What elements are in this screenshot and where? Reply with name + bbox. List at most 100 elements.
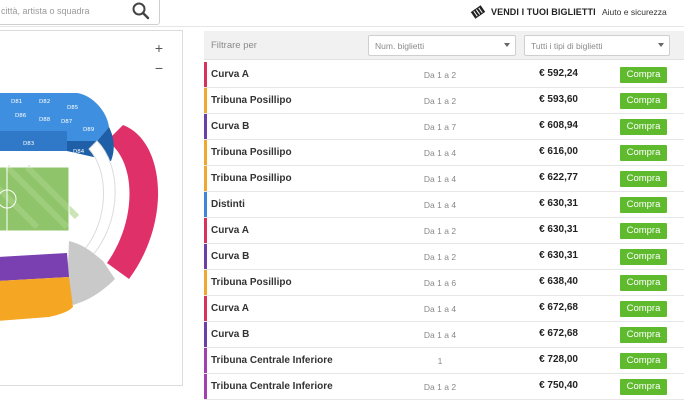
listing-sector: Tribuna Centrale Inferiore <box>211 355 333 366</box>
listing-price: € 672,68 <box>539 328 578 339</box>
listing-row[interactable]: Tribuna Posillipo Da 1 a 4 € 616,00 Compra <box>204 140 684 166</box>
listing-sector: Curva A <box>211 69 249 80</box>
buy-button[interactable]: Compra <box>620 67 667 83</box>
sell-tickets-link[interactable]: VENDI I TUOI BIGLIETTI <box>470 4 596 20</box>
buy-button[interactable]: Compra <box>620 119 667 135</box>
chevron-down-icon <box>504 43 510 47</box>
listing-row[interactable]: Distinti Da 1 a 4 € 630,31 Compra <box>204 192 684 218</box>
listing-quantity: Da 1 a 4 <box>423 304 457 314</box>
listing-sector: Tribuna Posillipo <box>211 277 292 288</box>
sector-color-bar <box>204 62 207 87</box>
listing-row[interactable]: Tribuna Posillipo Da 1 a 2 € 593,60 Compra <box>204 88 684 114</box>
buy-button[interactable]: Compra <box>620 223 667 239</box>
listing-quantity: Da 1 a 4 <box>423 174 457 184</box>
listing-price: € 630,31 <box>539 224 578 235</box>
listing-price: € 608,94 <box>539 120 578 131</box>
listing-sector: Tribuna Posillipo <box>211 95 292 106</box>
ticket-type-select[interactable]: Tutti i tipi di biglietti <box>524 35 670 56</box>
listing-quantity: Da 1 a 4 <box>423 330 457 340</box>
map-label-d86: D86 <box>15 113 27 119</box>
buy-button[interactable]: Compra <box>620 379 667 395</box>
listing-price: € 750,40 <box>539 380 578 391</box>
map-label-d84: D84 <box>73 149 85 155</box>
sector-color-bar <box>204 166 207 191</box>
listing-price: € 630,31 <box>539 250 578 261</box>
search-box[interactable] <box>0 0 160 25</box>
listing-price: € 622,77 <box>539 172 578 183</box>
help-safety-link[interactable]: Aiuto e sicurezza <box>602 7 667 17</box>
map-sector-tribuna-posillipo[interactable] <box>0 277 73 321</box>
sector-color-bar <box>204 374 207 399</box>
listing-row[interactable]: Tribuna Centrale Inferiore 1 € 728,00 Compr… <box>204 348 684 374</box>
map-label-d89: D89 <box>83 127 95 133</box>
sell-tickets-label: VENDI I TUOI BIGLIETTI <box>491 7 596 17</box>
buy-button[interactable]: Compra <box>620 249 667 265</box>
buy-button[interactable]: Compra <box>620 327 667 343</box>
sector-color-bar <box>204 322 207 347</box>
buy-button[interactable]: Compra <box>620 275 667 291</box>
listing-quantity: Da 1 a 6 <box>423 278 457 288</box>
sector-color-bar <box>204 296 207 321</box>
listing-sector: Distinti <box>211 199 245 210</box>
listing-quantity: Da 1 a 4 <box>423 148 457 158</box>
listing-row[interactable]: Curva B Da 1 a 4 € 672,68 Compra <box>204 322 684 348</box>
listing-price: € 728,00 <box>539 354 578 365</box>
listing-sector: Curva B <box>211 121 250 132</box>
buy-button[interactable]: Compra <box>620 93 667 109</box>
chevron-down-icon <box>658 43 664 47</box>
map-sector-curva-b[interactable] <box>0 253 69 281</box>
stadium-map[interactable]: D82 D83 D84 D86 D88 D89 D85 D87 D81 <box>0 31 183 386</box>
listing-quantity: Da 1 a 2 <box>423 70 457 80</box>
zoom-in-button[interactable]: + <box>151 41 167 57</box>
buy-button[interactable]: Compra <box>620 197 667 213</box>
search-input[interactable] <box>1 3 121 19</box>
buy-button[interactable]: Compra <box>620 301 667 317</box>
sector-color-bar <box>204 88 207 113</box>
listing-row[interactable]: Tribuna Posillipo Da 1 a 6 € 638,40 Compra <box>204 270 684 296</box>
listing-sector: Curva B <box>211 251 250 262</box>
buy-button[interactable]: Compra <box>620 171 667 187</box>
sector-color-bar <box>204 270 207 295</box>
top-header: VENDI I TUOI BIGLIETTI Aiuto e sicurezza <box>0 0 684 27</box>
listing-sector: Curva B <box>211 329 250 340</box>
listing-quantity: 1 <box>437 356 443 366</box>
sector-color-bar <box>204 348 207 373</box>
listing-quantity: Da 1 a 4 <box>423 200 457 210</box>
ticket-type-select-value: Tutti i tipi di biglietti <box>531 41 603 51</box>
ticket-listing-page: VENDI I TUOI BIGLIETTI Aiuto e sicurezza <box>0 0 684 400</box>
search-icon[interactable] <box>131 1 151 21</box>
listing-sector: Tribuna Posillipo <box>211 147 292 158</box>
listings-panel: Filtrare per Num. biglietti Tutti i tipi… <box>204 31 684 400</box>
map-label-d87: D87 <box>61 119 73 125</box>
listing-price: € 672,68 <box>539 302 578 313</box>
ticket-icon <box>470 5 486 19</box>
sector-color-bar <box>204 244 207 269</box>
listing-price: € 592,24 <box>539 68 578 79</box>
listing-quantity: Da 1 a 2 <box>423 226 457 236</box>
listing-sector: Curva A <box>211 225 249 236</box>
map-label-d83: D83 <box>23 141 35 147</box>
buy-button[interactable]: Compra <box>620 145 667 161</box>
listing-price: € 638,40 <box>539 276 578 287</box>
sector-color-bar <box>204 140 207 165</box>
listing-row[interactable]: Curva B Da 1 a 7 € 608,94 Compra <box>204 114 684 140</box>
listing-quantity: Da 1 a 7 <box>423 122 457 132</box>
stadium-map-panel: D82 D83 D84 D86 D88 D89 D85 D87 D81 + − <box>0 30 183 386</box>
sector-color-bar <box>204 114 207 139</box>
listing-price: € 616,00 <box>539 146 578 157</box>
map-label-d88: D88 <box>39 117 51 123</box>
listing-sector: Tribuna Centrale Inferiore <box>211 381 333 392</box>
listing-row[interactable]: Curva A Da 1 a 4 € 672,68 Compra <box>204 296 684 322</box>
quantity-select[interactable]: Num. biglietti <box>368 35 516 56</box>
listing-row[interactable]: Tribuna Centrale Inferiore Da 1 a 2 € 750,… <box>204 374 684 400</box>
buy-button[interactable]: Compra <box>620 353 667 369</box>
listing-row[interactable]: Curva B Da 1 a 2 € 630,31 Compra <box>204 244 684 270</box>
filter-label: Filtrare per <box>211 40 257 51</box>
listing-row[interactable]: Curva A Da 1 a 2 € 630,31 Compra <box>204 218 684 244</box>
sector-color-bar <box>204 218 207 243</box>
listing-row[interactable]: Curva A Da 1 a 2 € 592,24 Compra <box>204 62 684 88</box>
listing-row[interactable]: Tribuna Posillipo Da 1 a 4 € 622,77 Compra <box>204 166 684 192</box>
listing-table: Curva A Da 1 a 2 € 592,24 Compra Tribuna Pos… <box>204 62 684 400</box>
listing-quantity: Da 1 a 2 <box>423 252 457 262</box>
zoom-out-button[interactable]: − <box>151 61 167 77</box>
